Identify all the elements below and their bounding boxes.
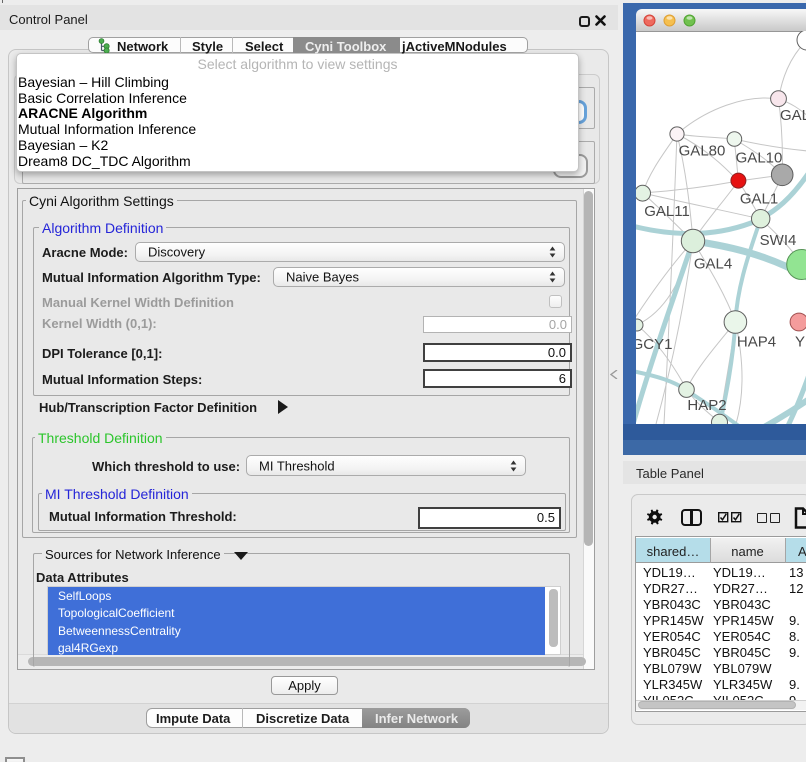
svg-text:GAL11: GAL11 — [644, 203, 690, 220]
svg-text:GAL4: GAL4 — [694, 256, 732, 273]
svg-text:SWI4: SWI4 — [760, 232, 797, 249]
svg-text:HAP4: HAP4 — [737, 334, 776, 351]
svg-text:GCY1: GCY1 — [636, 336, 672, 353]
svg-text:YM: YM — [795, 334, 806, 351]
svg-text:GAL1: GAL1 — [740, 191, 778, 208]
svg-text:GAL80: GAL80 — [679, 143, 726, 160]
svg-text:GAL7: GAL7 — [780, 107, 806, 124]
svg-text:GAL10: GAL10 — [736, 150, 783, 167]
svg-text:HAP2: HAP2 — [687, 397, 726, 414]
